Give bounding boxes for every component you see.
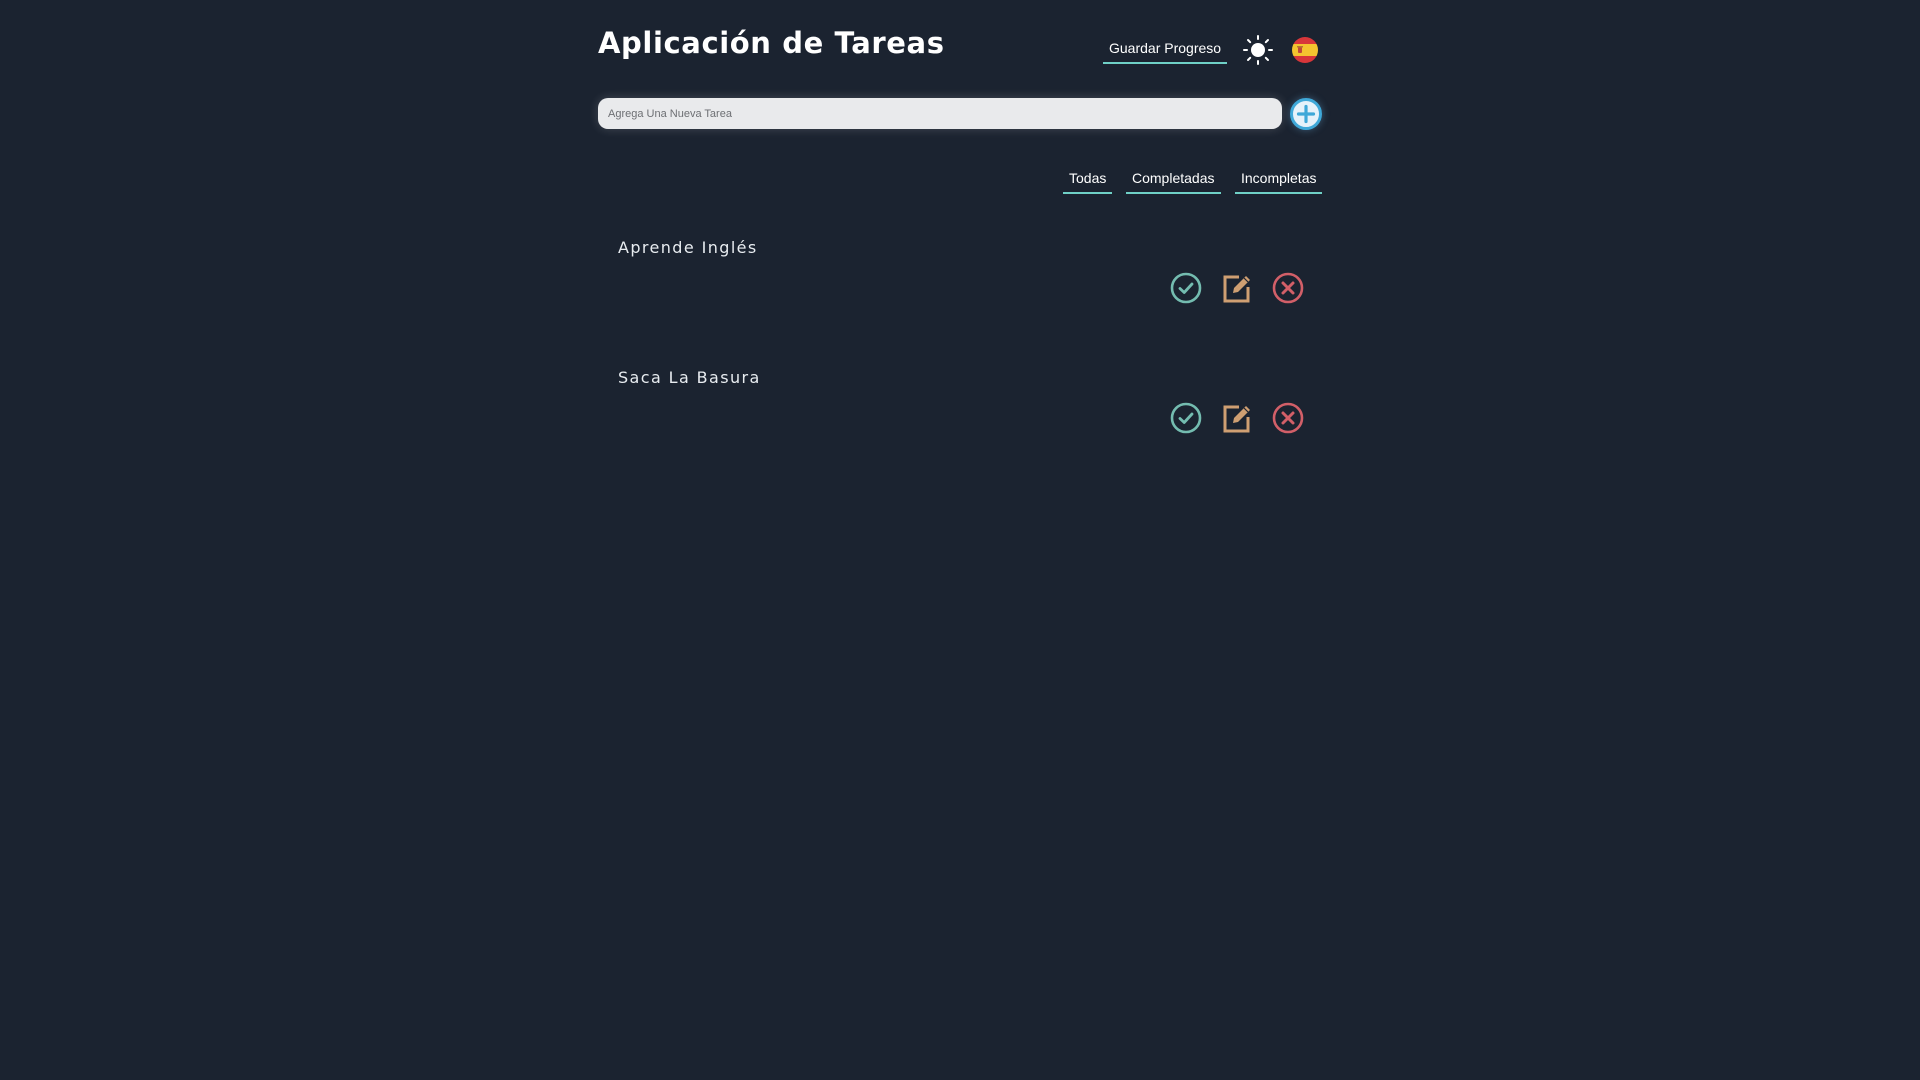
task-text: Aprende Inglés (618, 238, 758, 257)
task-item: Saca La Basura (598, 366, 1323, 486)
edit-icon[interactable] (1220, 271, 1254, 305)
todo-app: Aplicación de Tareas Guardar Progreso Ag… (598, 0, 1323, 1080)
check-circle-icon[interactable] (1169, 271, 1203, 305)
plus-circle-icon[interactable] (1290, 98, 1322, 130)
spain-flag-icon[interactable] (1292, 37, 1318, 63)
filter-tabs: Todas Completadas Incompletas (598, 168, 1323, 194)
filter-completed-button[interactable]: Completadas (1126, 168, 1221, 194)
close-circle-icon[interactable] (1271, 401, 1305, 435)
filter-all-button[interactable]: Todas (1063, 168, 1113, 194)
task-text: Saca La Basura (618, 368, 761, 387)
edit-icon[interactable] (1220, 401, 1254, 435)
task-item: Aprende Inglés (598, 236, 1323, 356)
filter-incomplete-button[interactable]: Incompletas (1235, 168, 1323, 194)
sun-icon[interactable] (1242, 34, 1274, 66)
new-task-input[interactable] (598, 98, 1282, 129)
close-circle-icon[interactable] (1271, 271, 1305, 305)
check-circle-icon[interactable] (1169, 401, 1203, 435)
save-progress-button[interactable]: Guardar Progreso (1103, 38, 1228, 64)
page-title: Aplicación de Tareas (598, 26, 945, 60)
